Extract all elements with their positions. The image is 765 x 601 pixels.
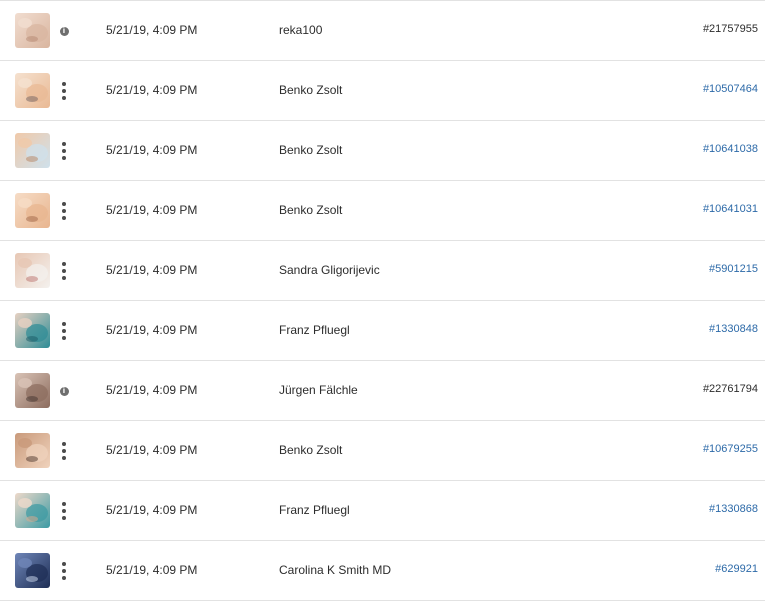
author-cell: Benko Zsolt [279,203,343,217]
file-id-link[interactable]: #1330868 [709,503,758,515]
date-cell: 5/21/19, 4:09 PM [106,263,198,277]
list-item[interactable]: 5/21/19, 4:09 PM Franz Pfluegl #1330848 [0,301,765,361]
author-cell: Franz Pfluegl [279,323,350,337]
date-cell: 5/21/19, 4:09 PM [106,23,198,37]
more-vertical-icon[interactable] [56,201,72,221]
date-cell: 5/21/19, 4:09 PM [106,443,198,457]
list-item[interactable]: i 5/21/19, 4:09 PM reka100 #21757955 [0,1,765,61]
file-id-link[interactable]: #10641031 [703,203,758,215]
author-cell: Benko Zsolt [279,443,343,457]
more-vertical-icon[interactable] [56,561,72,581]
author-cell: Franz Pfluegl [279,503,350,517]
face-treatment-thumbnail[interactable] [15,133,50,168]
info-icon[interactable]: i [56,21,72,41]
date-cell: 5/21/19, 4:09 PM [106,83,198,97]
author-cell: Benko Zsolt [279,143,343,157]
file-id-link[interactable]: #5901215 [709,263,758,275]
more-vertical-icon[interactable] [56,261,72,281]
face-treatment-thumbnail[interactable] [15,73,50,108]
eye-closeup-thumbnail[interactable] [15,433,50,468]
skin-closeup-thumbnail[interactable] [15,193,50,228]
asset-list: i 5/21/19, 4:09 PM reka100 #21757955 5/21/19… [0,0,765,601]
list-item[interactable]: 5/21/19, 4:09 PM Franz Pfluegl #1330868 [0,481,765,541]
clinic-thumbnail[interactable] [15,553,50,588]
file-id-link[interactable]: #1330848 [709,323,758,335]
spa-treatment-thumbnail[interactable] [15,313,50,348]
date-cell: 5/21/19, 4:09 PM [106,323,198,337]
more-vertical-icon[interactable] [56,141,72,161]
author-cell: Jürgen Fälchle [279,383,358,397]
woman-face-thumbnail[interactable] [15,253,50,288]
list-item[interactable]: 5/21/19, 4:09 PM Benko Zsolt #10679255 [0,421,765,481]
spa-treatment-thumbnail[interactable] [15,493,50,528]
date-cell: 5/21/19, 4:09 PM [106,203,198,217]
more-vertical-icon[interactable] [56,441,72,461]
list-item[interactable]: 5/21/19, 4:09 PM Carolina K Smith MD #6299… [0,541,765,601]
author-cell: reka100 [279,23,323,37]
file-id-link[interactable]: #10641038 [703,143,758,155]
face-closeup-thumbnail[interactable] [15,373,50,408]
date-cell: 5/21/19, 4:09 PM [106,503,198,517]
list-item[interactable]: 5/21/19, 4:09 PM Benko Zsolt #10507464 [0,61,765,121]
file-id-link[interactable]: #10507464 [703,83,758,95]
date-cell: 5/21/19, 4:09 PM [106,383,198,397]
date-cell: 5/21/19, 4:09 PM [106,563,198,577]
skin-photo-thumbnail[interactable] [15,13,50,48]
author-cell: Carolina K Smith MD [279,563,392,577]
file-id-text: #21757955 [702,23,758,35]
file-id-text: #22761794 [702,383,758,395]
file-id-link[interactable]: #10679255 [703,443,758,455]
more-vertical-icon[interactable] [56,81,72,101]
author-cell: Benko Zsolt [279,83,343,97]
info-icon[interactable]: i [56,381,72,401]
list-item[interactable]: 5/21/19, 4:09 PM Benko Zsolt #10641038 [0,121,765,181]
list-item[interactable]: i 5/21/19, 4:09 PM Jürgen Fälchle #22761794 [0,361,765,421]
list-item[interactable]: 5/21/19, 4:09 PM Benko Zsolt #10641031 [0,181,765,241]
file-id-link[interactable]: #629921 [715,563,758,575]
date-cell: 5/21/19, 4:09 PM [106,143,198,157]
more-vertical-icon[interactable] [56,501,72,521]
more-vertical-icon[interactable] [56,321,72,341]
author-cell: Sandra Gligorijevic [279,263,380,277]
list-item[interactable]: 5/21/19, 4:09 PM Sandra Gligorijevic #5901… [0,241,765,301]
